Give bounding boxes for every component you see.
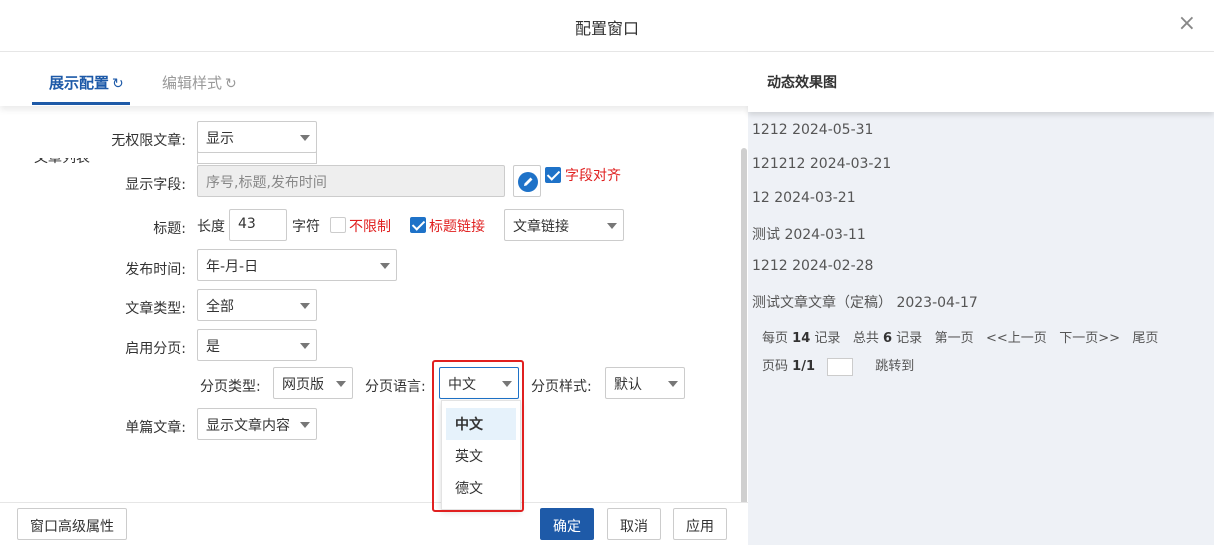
chevron-down-icon — [502, 381, 512, 387]
page-type-select[interactable]: 网页版 — [273, 367, 353, 399]
tab-display-config-label: 展示配置 — [49, 74, 110, 92]
tab-display-config[interactable]: 展示配置 ↻ — [49, 72, 124, 93]
no-permission-value: 显示 — [206, 131, 234, 147]
total-pre: 总共 — [852, 331, 879, 346]
page-style-label: 分页样式: — [531, 379, 592, 395]
article-item[interactable]: 测试 2024-03-11 — [752, 224, 866, 244]
display-fields-label: 显示字段: — [125, 177, 186, 193]
scrollbar[interactable] — [741, 148, 747, 544]
title-length-input[interactable]: 43 — [229, 209, 287, 241]
first-page-link[interactable]: 第一页 — [935, 331, 974, 346]
article-item[interactable]: 12 2024-03-21 — [752, 190, 856, 206]
single-article-select[interactable]: 显示文章内容 — [197, 408, 317, 440]
article-type-label: 文章类型: — [125, 301, 186, 317]
publish-time-value: 年-月-日 — [206, 259, 259, 275]
title-length-label: 长度 — [197, 219, 225, 235]
jump-to-link[interactable]: 跳转到 — [875, 359, 914, 374]
per-page-pre: 每页 — [762, 331, 789, 346]
link-type-select[interactable]: 文章链接 — [504, 209, 624, 241]
display-fields-input[interactable]: 序号,标题,发布时间 — [197, 165, 505, 197]
pager-row: 每页 14 记录 总共 6 记录 第一页 <<上一页 下一页>> 尾页 — [762, 327, 1158, 346]
pencil-icon — [518, 172, 538, 192]
page-lang-select[interactable]: 中文 — [439, 367, 519, 399]
publish-time-select[interactable]: 年-月-日 — [197, 249, 397, 281]
dialog-title: 配置窗口 — [574, 19, 639, 38]
edit-fields-button[interactable] — [513, 165, 541, 197]
advanced-properties-button[interactable]: 窗口高级属性 — [17, 508, 127, 540]
dialog-titlebar: 配置窗口 × — [0, 0, 1214, 52]
unlimited-checkbox[interactable] — [330, 217, 346, 233]
article-item[interactable]: 测试文章文章（定稿） 2023-04-17 — [752, 292, 978, 312]
article-type-value: 全部 — [206, 299, 234, 315]
chevron-down-icon — [336, 381, 346, 387]
last-page-link[interactable]: 尾页 — [1132, 331, 1158, 346]
title-label: 标题: — [153, 221, 186, 237]
page-lang-label: 分页语言: — [365, 379, 426, 395]
page-number: 1/1 — [792, 359, 815, 374]
cancel-button[interactable]: 取消 — [607, 508, 661, 540]
publish-time-label: 发布时间: — [125, 262, 186, 278]
jump-page-input[interactable] — [827, 357, 854, 376]
per-page-post: 记录 — [814, 331, 841, 346]
tab-bar: 展示配置 ↻ 编辑样式 ↻ — [0, 52, 748, 106]
preview-header: 动态效果图 — [748, 52, 1214, 112]
preview-panel: 动态效果图 1212 2024-05-31 121212 2024-03-21 … — [748, 52, 1214, 545]
page-style-value: 默认 — [614, 377, 642, 393]
pager-row-2: 页码 1/1 跳转到 — [762, 355, 914, 376]
pagination-label: 启用分页: — [125, 341, 186, 357]
apply-button[interactable]: 应用 — [673, 508, 727, 540]
title-link-checkbox[interactable] — [410, 217, 426, 233]
active-tab-indicator — [32, 102, 130, 105]
pagination-select[interactable]: 是 — [197, 329, 317, 361]
chevron-down-icon — [300, 135, 310, 141]
single-article-label: 单篇文章: — [125, 420, 186, 436]
page-type-value: 网页版 — [282, 377, 324, 393]
page-type-label: 分页类型: — [200, 379, 261, 395]
no-permission-label: 无权限文章: — [111, 133, 186, 149]
chevron-down-icon — [300, 422, 310, 428]
no-permission-select[interactable]: 显示 — [197, 121, 317, 153]
page-lang-dropdown: 中文 英文 德文 — [441, 400, 521, 510]
unlimited-label: 不限制 — [349, 219, 391, 235]
field-align-label: 字段对齐 — [565, 168, 621, 184]
title-unit-label: 字符 — [292, 219, 320, 235]
chevron-down-icon — [300, 303, 310, 309]
single-article-value: 显示文章内容 — [206, 418, 290, 434]
preview-title: 动态效果图 — [767, 75, 837, 91]
dropdown-option-chinese[interactable]: 中文 — [446, 408, 516, 440]
dialog-footer: 窗口高级属性 确定 取消 应用 — [0, 502, 748, 545]
prev-page-link[interactable]: <<上一页 — [986, 331, 1047, 346]
close-icon[interactable]: × — [1178, 13, 1196, 35]
dropdown-option-english[interactable]: 英文 — [446, 440, 516, 472]
chevron-down-icon — [380, 263, 390, 269]
page-lang-value: 中文 — [448, 377, 476, 393]
article-type-select[interactable]: 全部 — [197, 289, 317, 321]
link-type-value: 文章链接 — [513, 219, 569, 235]
per-page-count: 14 — [792, 331, 811, 346]
total-count: 6 — [882, 331, 893, 346]
next-page-link[interactable]: 下一页>> — [1059, 331, 1120, 346]
page-number-pre: 页码 — [762, 359, 789, 374]
field-align-checkbox[interactable] — [545, 167, 561, 183]
tab-edit-style[interactable]: 编辑样式 ↻ — [162, 72, 237, 93]
refresh-icon[interactable]: ↻ — [225, 76, 237, 92]
article-item[interactable]: 1212 2024-05-31 — [752, 122, 873, 138]
title-link-label: 标题链接 — [429, 219, 485, 235]
refresh-icon[interactable]: ↻ — [112, 76, 124, 92]
dropdown-option-german[interactable]: 德文 — [446, 472, 516, 504]
page-style-select[interactable]: 默认 — [605, 367, 685, 399]
article-item[interactable]: 121212 2024-03-21 — [752, 156, 891, 172]
article-list-label: 文章列表 — [34, 158, 90, 164]
pagination-value: 是 — [206, 339, 220, 355]
config-panel: 文章列表 展示配置↻ 编辑样式↻ 无权限文章: 显示 显示字段: 序号,标题,发… — [0, 52, 748, 545]
ok-button[interactable]: 确定 — [540, 508, 594, 540]
chevron-down-icon — [607, 223, 617, 229]
tab-edit-style-label: 编辑样式 — [162, 74, 223, 92]
article-item[interactable]: 1212 2024-02-28 — [752, 258, 873, 274]
total-post: 记录 — [896, 331, 923, 346]
chevron-down-icon — [668, 381, 678, 387]
chevron-down-icon — [300, 343, 310, 349]
